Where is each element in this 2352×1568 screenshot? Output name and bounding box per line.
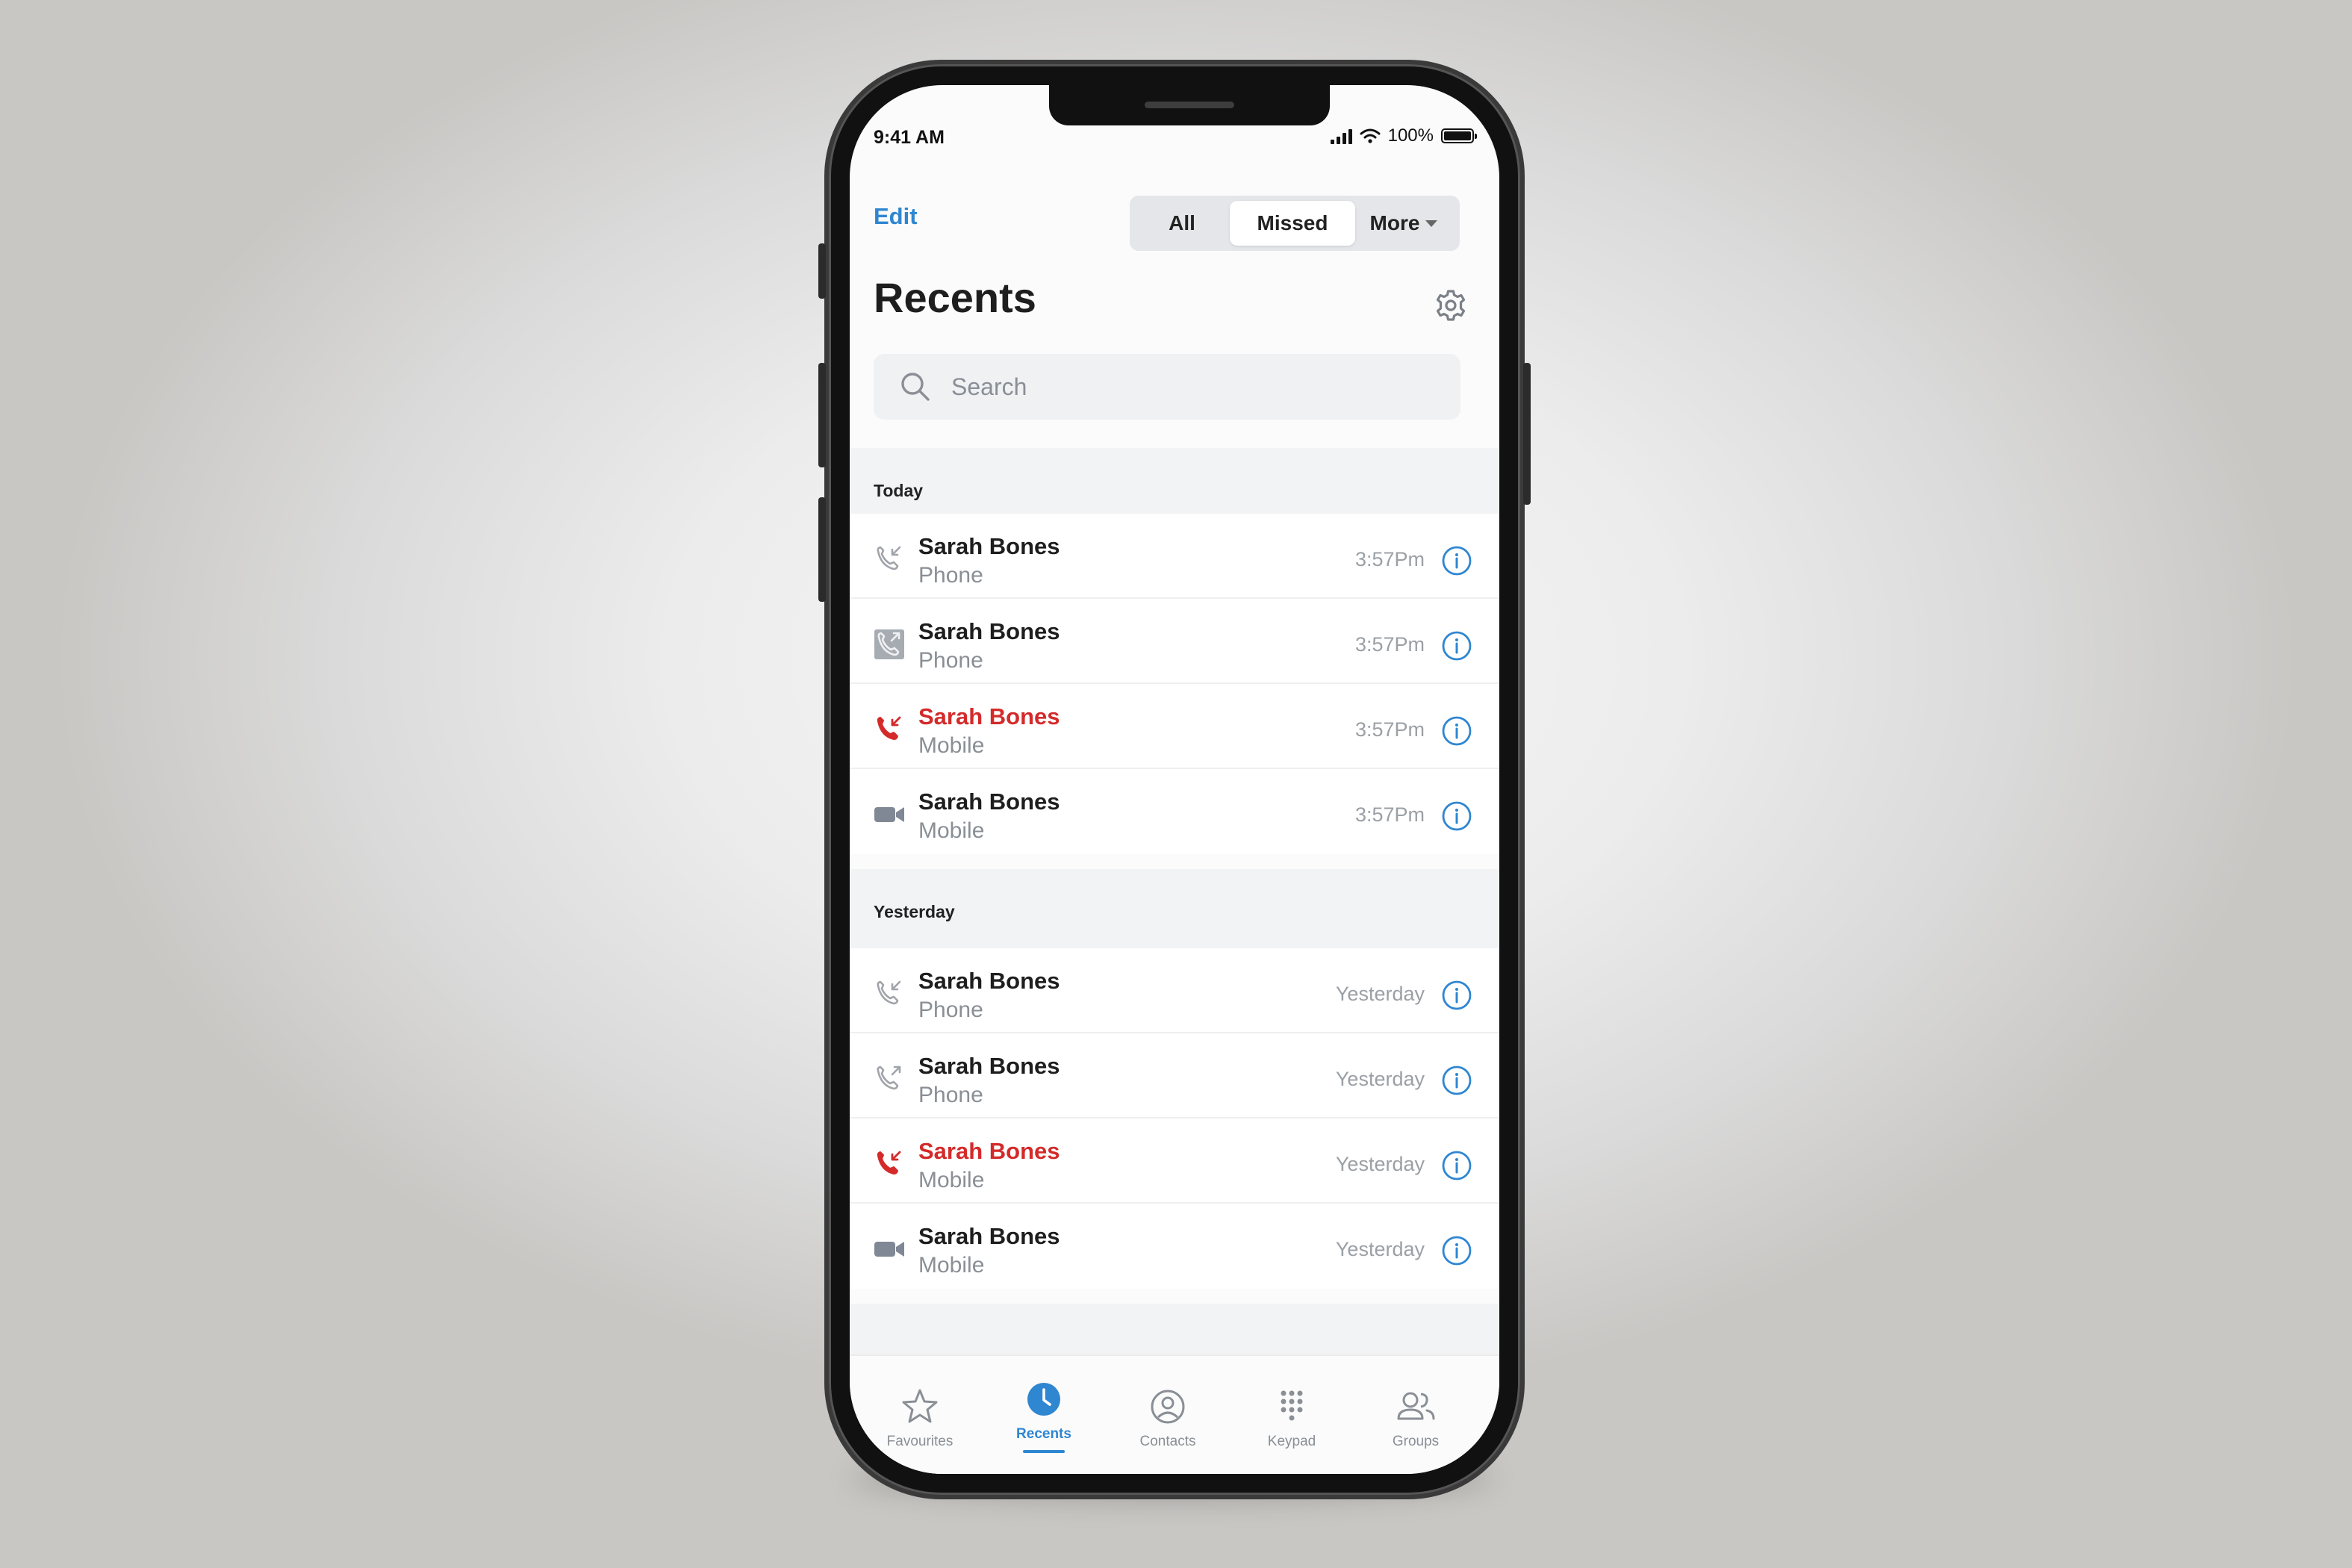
volume-up-button bbox=[818, 363, 826, 467]
info-icon[interactable] bbox=[1441, 715, 1472, 747]
battery-percent: 100% bbox=[1387, 125, 1434, 146]
filter-missed[interactable]: Missed bbox=[1230, 201, 1355, 246]
section-header-next bbox=[850, 1304, 1499, 1356]
contact-name: Sarah Bones bbox=[918, 703, 1060, 729]
video-call-icon bbox=[874, 807, 904, 822]
phone-screen: 9:41 AM 100% Edit All Missed More Recent… bbox=[850, 85, 1499, 1474]
call-time: 3:57Pm bbox=[1354, 718, 1425, 741]
call-time: Yesterday bbox=[1335, 983, 1425, 1005]
filter-all[interactable]: All bbox=[1134, 201, 1230, 246]
contact-name: Sarah Bones bbox=[918, 1053, 1060, 1079]
notch bbox=[1049, 85, 1330, 125]
keypad-icon bbox=[1281, 1390, 1303, 1421]
search-icon bbox=[901, 373, 930, 401]
info-icon[interactable] bbox=[1441, 1150, 1472, 1181]
tab-label: Groups bbox=[1392, 1434, 1440, 1449]
phone-frame: 9:41 AM 100% Edit All Missed More Recent… bbox=[818, 64, 1531, 1495]
chevron-down-icon bbox=[1425, 220, 1438, 227]
speaker bbox=[1145, 102, 1234, 108]
info-icon[interactable] bbox=[1441, 545, 1472, 576]
contact-name: Sarah Bones bbox=[918, 788, 1060, 815]
section-header-today: Today bbox=[850, 448, 1499, 514]
search-field[interactable]: Search bbox=[874, 354, 1460, 420]
call-time: 3:57Pm bbox=[1354, 548, 1425, 570]
call-row[interactable]: Sarah Bones Phone 3:57Pm bbox=[850, 599, 1499, 684]
section-label: Yesterday bbox=[874, 902, 955, 921]
contact-circle-icon bbox=[1151, 1390, 1185, 1424]
call-type: Mobile bbox=[918, 1168, 985, 1192]
contact-name: Sarah Bones bbox=[918, 1223, 1060, 1249]
call-row[interactable]: Sarah Bones Mobile Yesterday bbox=[850, 1204, 1499, 1289]
mute-switch bbox=[818, 243, 826, 299]
tab-label: Favourites bbox=[886, 1434, 953, 1449]
outgoing-call-icon bbox=[877, 1065, 901, 1090]
active-tab-indicator bbox=[1023, 1450, 1065, 1453]
contact-name: Sarah Bones bbox=[918, 618, 1060, 644]
info-icon[interactable] bbox=[1441, 1235, 1472, 1266]
call-type: Phone bbox=[918, 998, 983, 1022]
info-icon[interactable] bbox=[1441, 630, 1472, 662]
status-time: 9:41 AM bbox=[874, 127, 945, 148]
tab-label: Keypad bbox=[1267, 1434, 1316, 1449]
group-icon bbox=[1397, 1392, 1435, 1420]
page-title: Recents bbox=[874, 274, 1036, 321]
star-icon bbox=[902, 1389, 938, 1423]
info-icon[interactable] bbox=[1441, 800, 1472, 832]
outgoing-call-icon bbox=[874, 629, 904, 659]
tab-contacts[interactable]: Contacts bbox=[1116, 1387, 1220, 1450]
status-icons: 100% bbox=[1330, 125, 1477, 146]
volume-down-button bbox=[818, 497, 826, 602]
call-type: Mobile bbox=[918, 818, 985, 843]
contact-name: Sarah Bones bbox=[918, 533, 1060, 559]
tab-favourites[interactable]: Favourites bbox=[868, 1387, 972, 1450]
incoming-call-icon bbox=[877, 546, 901, 570]
tab-keypad[interactable]: Keypad bbox=[1239, 1387, 1344, 1450]
tab-recents[interactable]: Recents bbox=[992, 1380, 1096, 1453]
section-header-yesterday: Yesterday bbox=[850, 869, 1499, 948]
call-row[interactable]: Sarah Bones Mobile 3:57Pm bbox=[850, 769, 1499, 854]
filter-segmented-control: All Missed More bbox=[1130, 196, 1460, 251]
search-placeholder: Search bbox=[951, 373, 1027, 400]
info-icon[interactable] bbox=[1441, 1065, 1472, 1096]
edit-button[interactable]: Edit bbox=[874, 203, 918, 230]
call-row[interactable]: Sarah Bones Phone Yesterday bbox=[850, 1033, 1499, 1119]
call-time: Yesterday bbox=[1335, 1153, 1425, 1175]
filter-more[interactable]: More bbox=[1355, 201, 1452, 246]
settings-gear-icon[interactable] bbox=[1432, 287, 1469, 324]
call-type: Phone bbox=[918, 563, 983, 588]
clock-icon bbox=[1027, 1383, 1060, 1416]
wifi-icon bbox=[1360, 128, 1381, 143]
info-icon[interactable] bbox=[1441, 980, 1472, 1011]
missed-call-icon bbox=[877, 1151, 901, 1175]
incoming-call-icon bbox=[877, 980, 901, 1005]
call-time: Yesterday bbox=[1335, 1238, 1425, 1260]
call-time: Yesterday bbox=[1335, 1068, 1425, 1090]
contact-name: Sarah Bones bbox=[918, 1138, 1060, 1164]
call-type: Phone bbox=[918, 1083, 983, 1107]
tab-label: Contacts bbox=[1139, 1434, 1196, 1449]
video-call-icon bbox=[874, 1242, 904, 1257]
call-time: 3:57Pm bbox=[1354, 633, 1425, 656]
call-type: Mobile bbox=[918, 733, 985, 758]
call-row[interactable]: Sarah Bones Phone 3:57Pm bbox=[850, 514, 1499, 599]
call-type: Phone bbox=[918, 648, 983, 673]
section-label: Today bbox=[874, 481, 924, 500]
signal-icon bbox=[1330, 128, 1352, 144]
call-row[interactable]: Sarah Bones Mobile Yesterday bbox=[850, 1119, 1499, 1204]
call-time: 3:57Pm bbox=[1354, 803, 1425, 826]
battery-icon bbox=[1441, 128, 1477, 143]
call-row[interactable]: Sarah Bones Mobile 3:57Pm bbox=[850, 684, 1499, 769]
missed-call-icon bbox=[877, 716, 901, 740]
call-type: Mobile bbox=[918, 1253, 985, 1278]
tab-groups[interactable]: Groups bbox=[1363, 1387, 1468, 1450]
contact-name: Sarah Bones bbox=[918, 968, 1060, 994]
tab-bar: Favourites Recents Contacts Keypad Group… bbox=[850, 1354, 1499, 1474]
filter-more-label: More bbox=[1369, 211, 1420, 234]
call-row[interactable]: Sarah Bones Phone Yesterday bbox=[850, 948, 1499, 1033]
power-button bbox=[1523, 363, 1531, 505]
tab-label: Recents bbox=[1016, 1426, 1071, 1442]
